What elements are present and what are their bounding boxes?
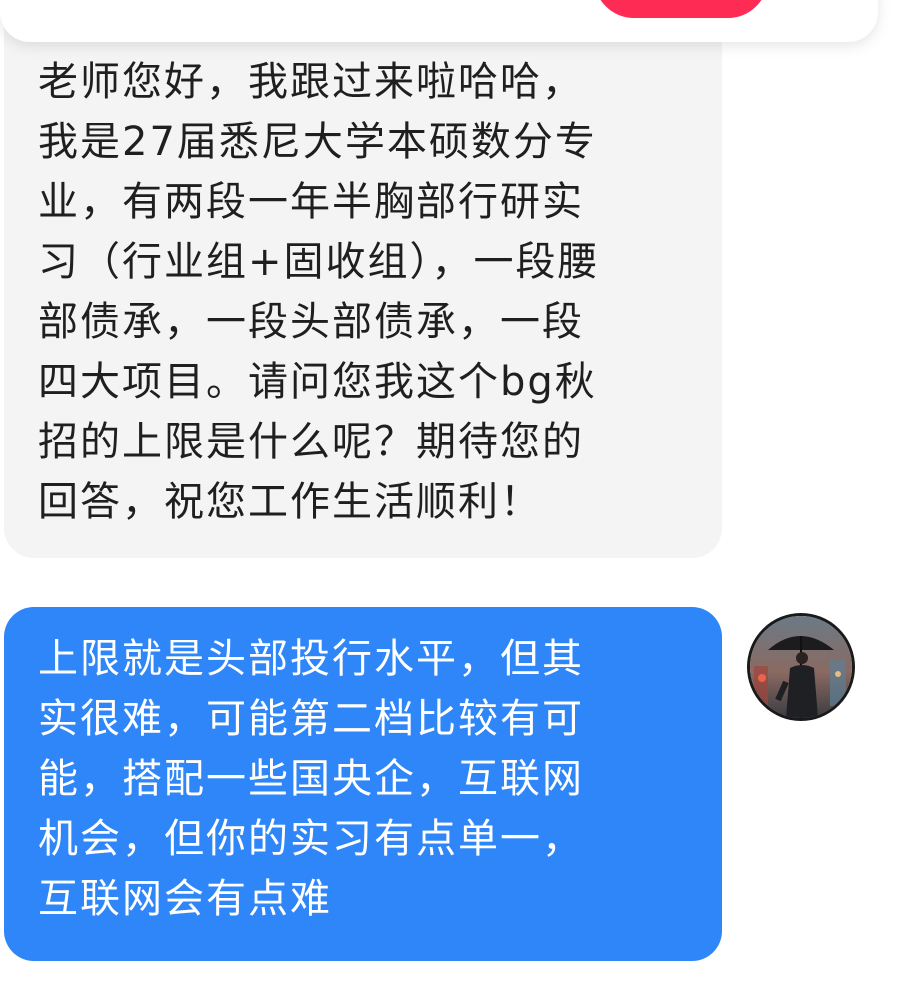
outgoing-message-bubble[interactable]: 上限就是头部投行水平，但其 实很难，可能第二档比较有可 能，搭配一些国央企，互联… [4, 607, 722, 961]
action-button[interactable] [594, 0, 768, 18]
avatar[interactable] [747, 613, 855, 721]
top-action-card [0, 0, 878, 42]
avatar-image [750, 616, 852, 718]
incoming-message-bubble[interactable]: 老师您好，我跟过来啦哈哈， 我是27届悉尼大学本硕数分专 业，有两段一年半胸部行… [4, 0, 722, 558]
chat-screen: 老师您好，我跟过来啦哈哈， 我是27届悉尼大学本硕数分专 业，有两段一年半胸部行… [0, 0, 903, 1000]
